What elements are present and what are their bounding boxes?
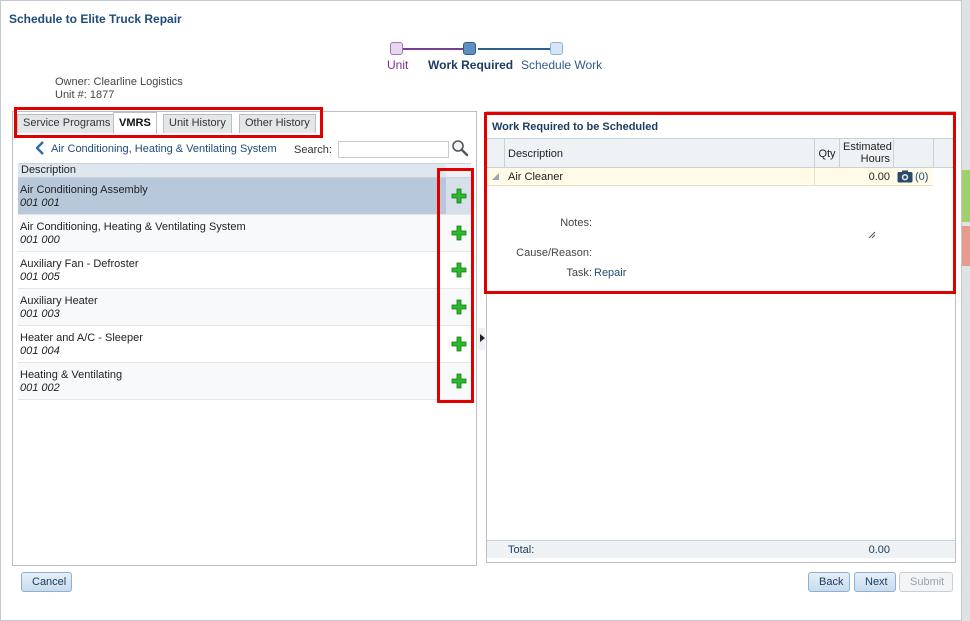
unit-label: Unit #: [55,89,87,101]
list-item[interactable]: Heating & Ventilating 001 002 [18,363,471,400]
splitter-arrow-icon[interactable] [480,334,485,342]
backdrop-green-strip [962,170,970,222]
item-code: 001 003 [20,308,60,320]
item-code: 001 000 [20,234,60,246]
backdrop-red-strip [962,226,970,266]
schedule-dialog: Schedule to Elite Truck Repair Unit Work… [0,0,962,621]
list-item[interactable]: Heater and A/C - Sleeper 001 004 [18,326,471,363]
train-label-unit[interactable]: Unit [387,58,408,72]
item-code: 001 001 [20,197,60,209]
tab-highlight-box [14,107,323,138]
unit-info: Unit #: 1877 [55,89,114,101]
cancel-button[interactable]: Cancel [21,572,72,592]
list-header-description[interactable]: Description [18,163,446,178]
owner-value: Clearline Logistics [93,76,183,88]
catalog-panel: Service Programs VMRS Unit History Other… [12,111,477,566]
owner-label: Owner: [55,76,91,88]
vmrs-list: Air Conditioning Assembly 001 001 Air Co… [18,178,471,400]
unit-value: 1877 [89,89,115,101]
breadcrumb[interactable]: Air Conditioning, Heating & Ventilating … [51,143,277,155]
total-label: Total: [508,544,535,556]
search-input[interactable] [338,141,449,158]
item-name: Air Conditioning, Heating & Ventilating … [20,221,246,233]
train-stop-work-required-icon [463,42,476,55]
list-item[interactable]: Auxiliary Heater 001 003 [18,289,471,326]
train-stop-schedule-work-icon[interactable] [550,42,563,55]
item-name: Air Conditioning Assembly [20,184,148,196]
train-navigation: Unit Work Required Schedule Work [381,41,611,73]
train-label-schedule-work[interactable]: Schedule Work [521,58,602,72]
dialog-title: Schedule to Elite Truck Repair [9,12,182,26]
train-stop-unit-icon[interactable] [390,42,403,55]
train-label-work-required: Work Required [428,58,514,72]
item-name: Auxiliary Fan - Defroster [20,258,139,270]
item-name: Heater and A/C - Sleeper [20,332,143,344]
owner-info: Owner: Clearline Logistics [55,76,183,88]
work-required-highlight-box [484,112,956,294]
submit-button[interactable]: Submit [899,572,953,592]
item-code: 001 002 [20,382,60,394]
list-item[interactable]: Air Conditioning Assembly 001 001 [18,178,471,215]
item-name: Auxiliary Heater [20,295,98,307]
back-button[interactable]: Back [808,572,850,592]
search-icon[interactable] [451,139,469,157]
add-column-highlight-box [437,168,474,403]
search-label: Search: [294,144,332,156]
backdrop-edge [962,0,970,621]
chevron-left-icon[interactable] [33,140,47,156]
total-row: Total: 0.00 [487,540,955,558]
item-code: 001 005 [20,271,60,283]
item-code: 001 004 [20,345,60,357]
total-value: 0.00 [868,544,890,556]
list-item[interactable]: Air Conditioning, Heating & Ventilating … [18,215,471,252]
next-button[interactable]: Next [854,572,896,592]
item-name: Heating & Ventilating [20,369,123,381]
list-item[interactable]: Auxiliary Fan - Defroster 001 005 [18,252,471,289]
